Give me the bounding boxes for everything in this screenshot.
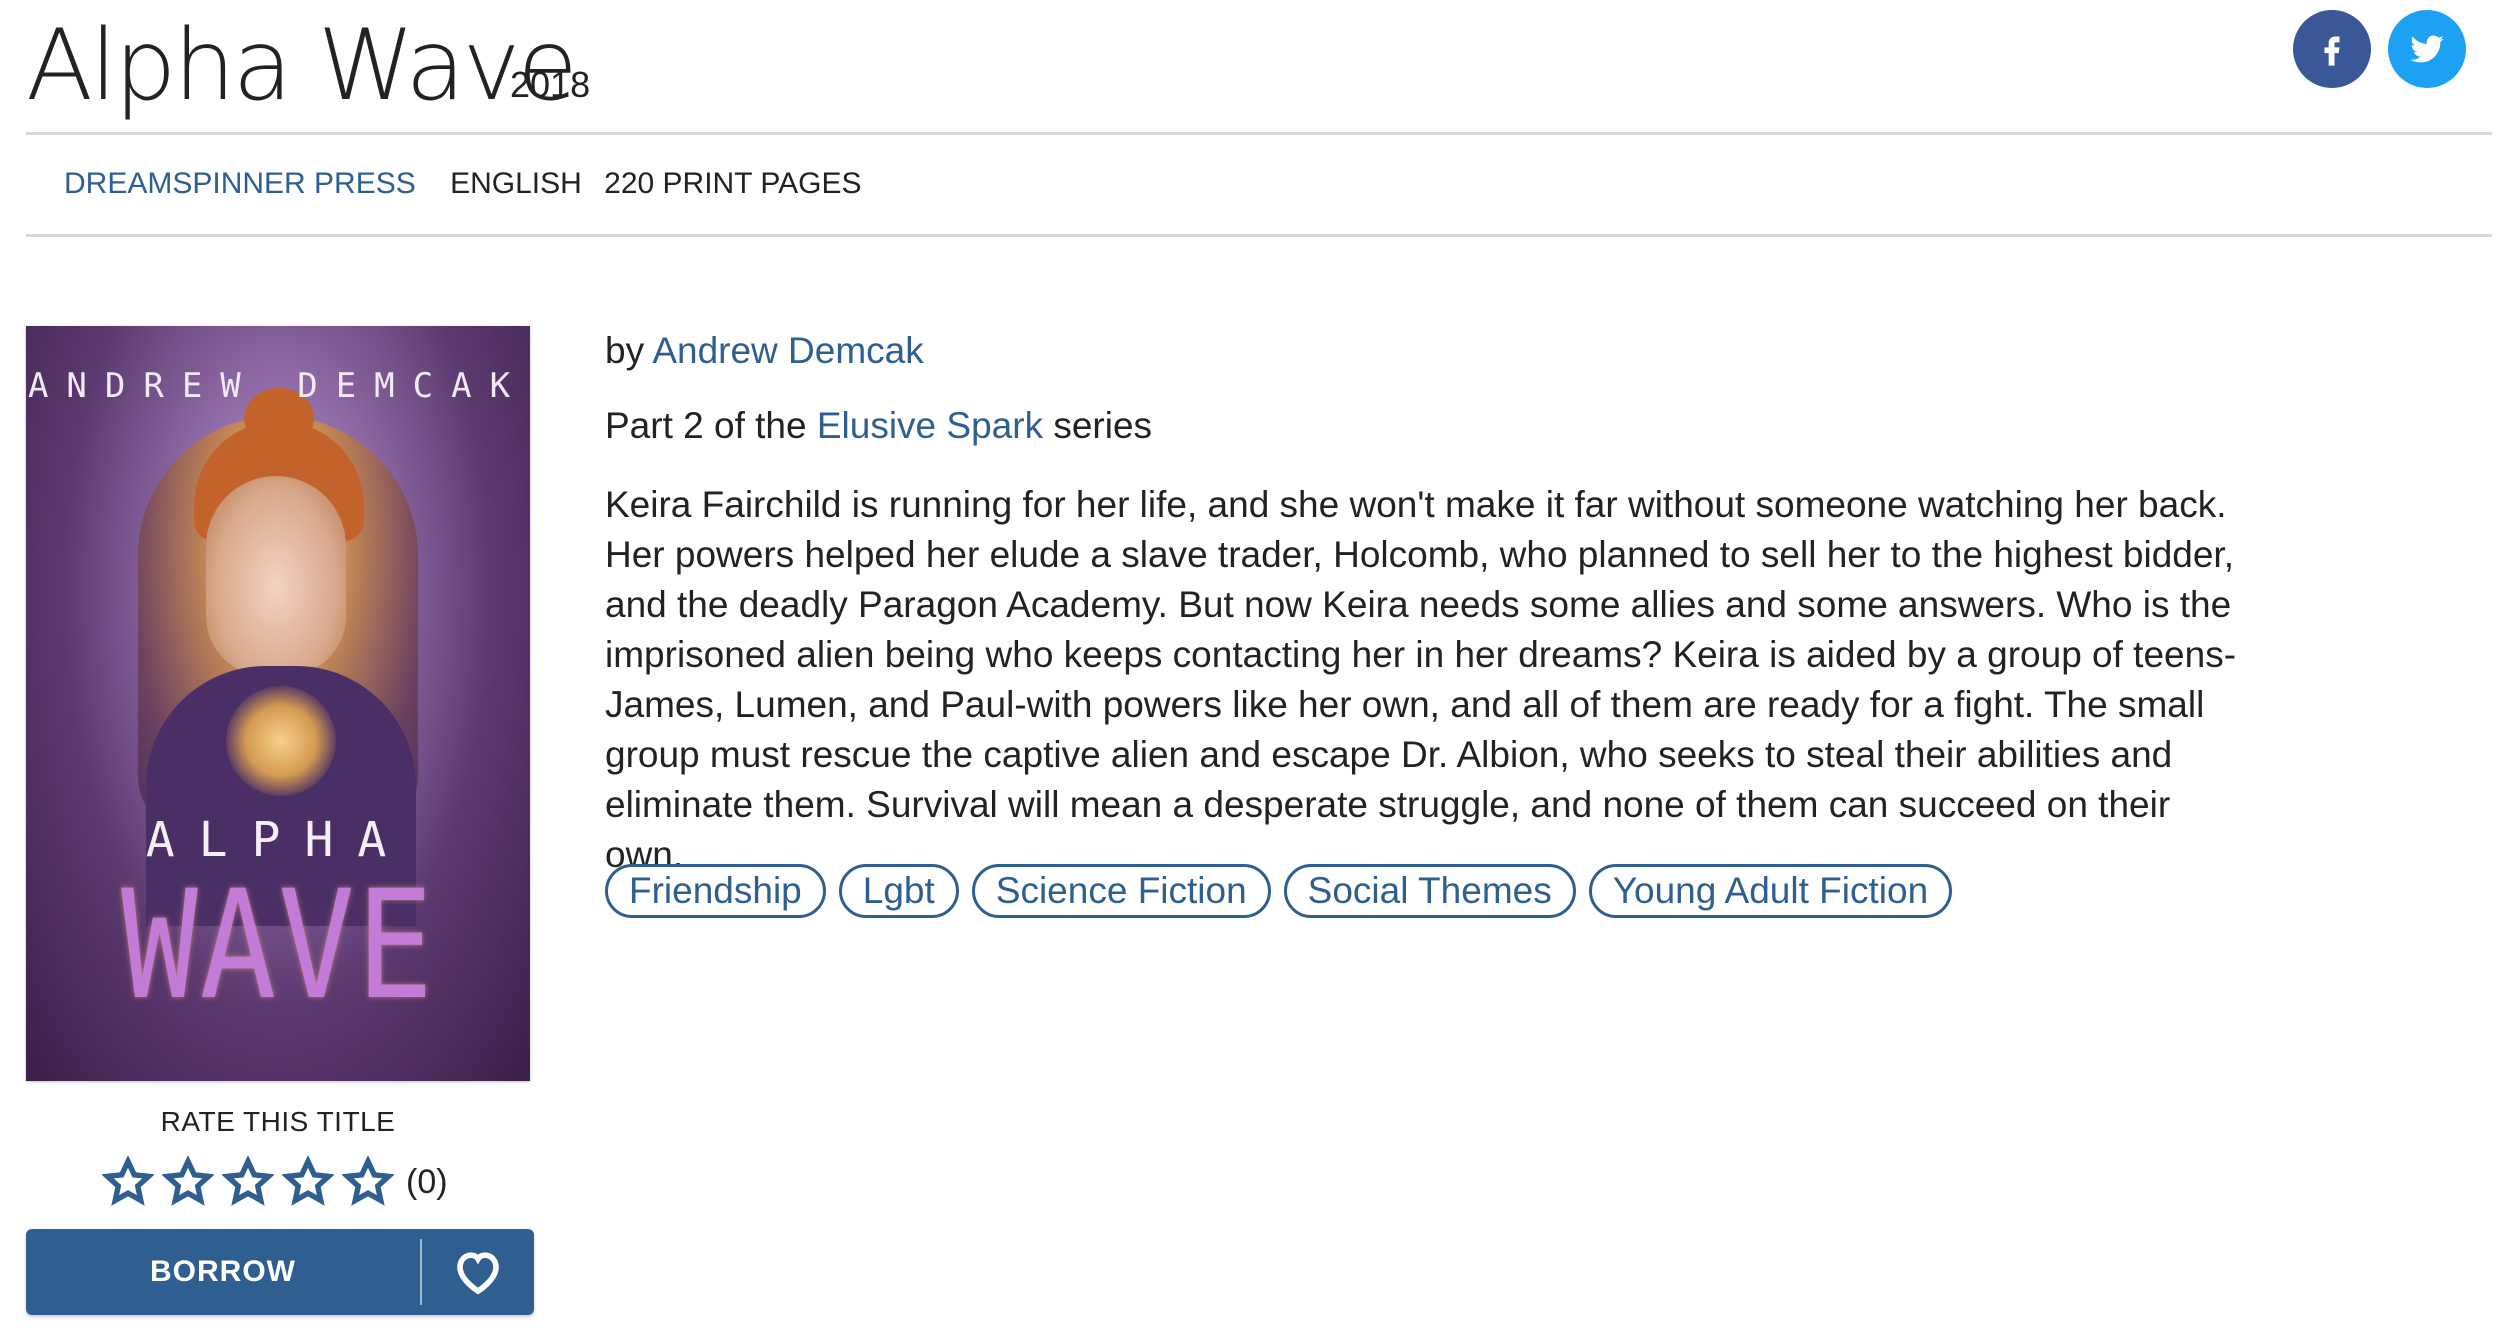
header-divider (26, 132, 2492, 135)
tag-lgbt[interactable]: Lgbt (838, 864, 959, 918)
tag-friendship[interactable]: Friendship (605, 864, 826, 918)
star-icon[interactable] (221, 1155, 275, 1208)
borrow-bar: BORROW (26, 1229, 534, 1315)
book-cover: ANDREW DEMCAK ALPHA WAVE (26, 326, 530, 1081)
book-meta: DREAMSPINNER PRESS ENGLISH 220 PRINT PAG… (64, 164, 862, 204)
book-title: Alpha Wave (26, 9, 578, 123)
star-icon[interactable] (281, 1155, 335, 1208)
book-description: Keira Fairchild is running for her life,… (605, 484, 2237, 875)
twitter-icon (2410, 35, 2444, 63)
cover-title-line2: WAVE (121, 859, 435, 1033)
page-count: 220 PRINT PAGES (604, 167, 862, 200)
series-line: Part 2 of the Elusive Spark series (605, 405, 1152, 447)
title-row: Alpha Wave 2018 (26, 0, 2492, 133)
star-icon[interactable] (101, 1155, 155, 1208)
borrow-button[interactable]: BORROW (26, 1229, 420, 1315)
facebook-share-button[interactable] (2293, 10, 2371, 88)
star-icon[interactable] (161, 1155, 215, 1208)
subject-tags: Friendship Lgbt Science Fiction Social T… (605, 864, 1965, 918)
meta-divider (26, 234, 2492, 237)
byline: by Andrew Demcak (605, 330, 924, 372)
star-icon[interactable] (341, 1155, 395, 1208)
publisher-link[interactable]: DREAMSPINNER PRESS (64, 167, 416, 200)
star-rating: (0) (101, 1154, 448, 1210)
twitter-share-button[interactable] (2388, 10, 2466, 88)
publication-year: 2018 (510, 64, 591, 105)
facebook-icon (2324, 36, 2340, 66)
tag-science-fiction[interactable]: Science Fiction (971, 864, 1271, 918)
language: ENGLISH (450, 167, 582, 200)
wishlist-button[interactable] (422, 1229, 534, 1315)
series-suffix: series (1053, 405, 1153, 446)
cover-author: ANDREW DEMCAK (27, 366, 529, 406)
rate-title-label: RATE THIS TITLE (160, 1106, 396, 1137)
rating-count: (0) (406, 1162, 448, 1201)
series-prefix: Part 2 of the (605, 405, 807, 446)
tag-social-themes[interactable]: Social Themes (1283, 864, 1576, 918)
tag-young-adult-fiction[interactable]: Young Adult Fiction (1588, 864, 1953, 918)
byline-prefix: by (605, 330, 645, 371)
author-link[interactable]: Andrew Demcak (652, 330, 923, 371)
heart-icon (457, 1252, 499, 1295)
series-link[interactable]: Elusive Spark (817, 405, 1043, 446)
